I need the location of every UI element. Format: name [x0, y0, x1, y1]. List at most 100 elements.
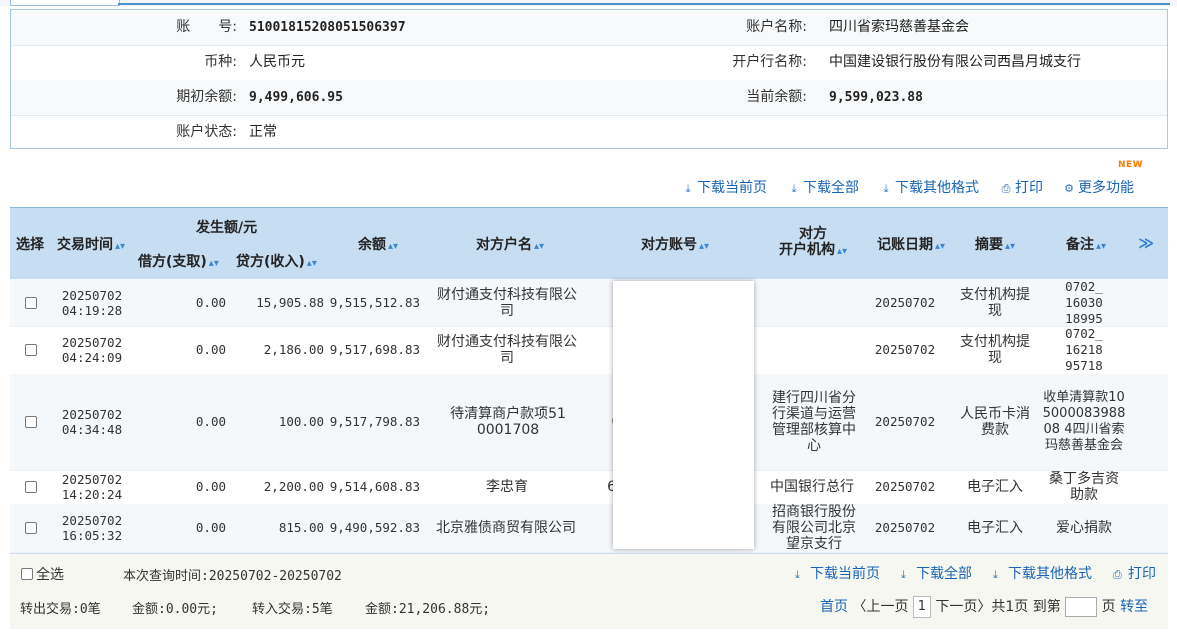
- row-credit: 2,200.00: [263, 479, 324, 494]
- header-counterparty[interactable]: 对方户名 ▴▾: [476, 234, 544, 254]
- row-time: 20250702 04:24:09: [61, 335, 123, 365]
- row-debit: 0.00: [195, 342, 226, 357]
- download-icon: ⤓: [795, 568, 800, 581]
- query-time: 本次查询时间:20250702-20250702: [123, 569, 342, 584]
- row-counter-bank: 招商银行股份有限公司北京望京支行: [772, 504, 856, 552]
- bank-label: 开户行名称:: [732, 54, 807, 70]
- header-remark[interactable]: 备注 ▴▾: [1066, 234, 1106, 254]
- in-transactions: 转入交易:5笔: [252, 602, 333, 617]
- header-balance[interactable]: 余额 ▴▾: [358, 234, 398, 254]
- active-tab[interactable]: [10, 0, 120, 6]
- header-select: 选择: [16, 237, 44, 253]
- print-button[interactable]: ⎙ 打印: [1000, 177, 1043, 197]
- account-name-label: 账户名称:: [746, 19, 807, 35]
- table-row[interactable]: 20250702 04:19:28 0.00 15,905.88 9,515,51…: [10, 279, 1168, 327]
- header-counter-bank[interactable]: 对方 开户机构 ▴▾: [779, 226, 847, 260]
- in-amount: 金额:21,206.88元;: [365, 602, 491, 617]
- more-columns-icon[interactable]: ≫: [1138, 234, 1154, 252]
- row-counter-bank: 中国银行总行: [770, 479, 854, 495]
- row-time: 20250702 14:20:24: [61, 472, 123, 502]
- sort-icon: ▴▾: [534, 241, 545, 252]
- row-checkbox[interactable]: [25, 296, 37, 309]
- footer-print-button[interactable]: ⎙ 打印: [1113, 563, 1156, 583]
- footer-download-other-button[interactable]: ⤓ 下载其他格式: [993, 563, 1092, 583]
- download-page-button[interactable]: ⤓ 下载当前页: [682, 177, 767, 197]
- download-all-button[interactable]: ⤓ 下载全部: [788, 177, 859, 197]
- account-no-label: 账 号:: [176, 19, 237, 35]
- out-amount: 金额:0.00元;: [132, 602, 218, 617]
- row-remark: 0702_1621895718: [1065, 326, 1103, 373]
- table-header: 选择 交易时间 ▴▾ 发生额/元 借方(支取) ▴▾ 贷方(收入) ▴▾ 余额 ▴▾ 对…: [10, 207, 1168, 280]
- row-credit: 2,186.00: [263, 342, 324, 357]
- footer-download-all-button[interactable]: ⤓ 下载全部: [901, 563, 972, 583]
- more-functions-button[interactable]: ⚙ 更多功能: [1063, 177, 1134, 197]
- select-all[interactable]: 全选: [21, 564, 64, 584]
- out-transactions: 转出交易:0笔: [20, 602, 101, 617]
- header-summary[interactable]: 摘要 ▴▾: [975, 234, 1015, 254]
- row-debit: 0.00: [195, 294, 226, 310]
- header-time[interactable]: 交易时间 ▴▾: [57, 234, 125, 254]
- current-balance-label: 当前余额:: [746, 89, 807, 105]
- toolbar: ⤓ 下载当前页 ⤓ 下载全部 ⤓ 下载其他格式 ⎙ 打印 ⚙ 更多功能: [0, 177, 1177, 197]
- row-balance: 9,517,798.83: [329, 414, 420, 429]
- header-credit[interactable]: 贷方(收入) ▴▾: [236, 251, 317, 271]
- row-remark: 收单清算款10500008398808 4四川省索玛慈善基金会: [1042, 390, 1126, 453]
- jump-button[interactable]: 转至: [1120, 599, 1148, 615]
- printer-icon: ⎙: [1001, 182, 1011, 195]
- row-credit: 15,905.88: [256, 294, 324, 310]
- header-amount-group: 发生额/元: [196, 220, 258, 236]
- row-checkbox[interactable]: [25, 481, 37, 493]
- goto-page-input[interactable]: [1065, 597, 1098, 617]
- tab-underline: [118, 0, 1170, 5]
- current-balance-value: 9,599,023.88: [829, 90, 923, 105]
- bank-value: 中国建设银行股份有限公司西昌月城支行: [829, 54, 1081, 70]
- redaction-mask: [613, 281, 754, 549]
- row-remark: 桑丁多吉资助款: [1049, 471, 1119, 503]
- first-page-link[interactable]: 首页: [820, 599, 848, 615]
- account-info-row: 账户状态: 正常: [11, 115, 1167, 150]
- currency-value: 人民币元: [249, 54, 305, 70]
- table-row[interactable]: 20250702 04:34:48 0.00 100.00 9,517,798.8…: [10, 374, 1168, 471]
- currency-label: 币种:: [204, 54, 237, 70]
- page-unit: 页: [1101, 599, 1116, 615]
- pagination: 首页 〈上一页 1 下一页〉共1页 到第 页 转至: [820, 596, 1148, 618]
- status-value: 正常: [249, 124, 277, 140]
- row-remark: 爱心捐款: [1056, 520, 1112, 536]
- prev-page-link[interactable]: 〈上一页: [852, 599, 908, 615]
- download-icon: ⤓: [901, 568, 906, 581]
- opening-balance-value: 9,499,606.95: [249, 90, 343, 105]
- select-all-checkbox[interactable]: [21, 568, 33, 580]
- row-debit: 0.00: [195, 520, 226, 535]
- gear-icon: ⚙: [1064, 182, 1074, 195]
- table-row[interactable]: 20250702 16:05:32 0.00 815.00 9,490,592.8…: [10, 504, 1168, 553]
- account-info-row: 账 号: 51001815208051506397 账户名称: 四川省索玛慈善基…: [11, 10, 1167, 46]
- row-summary: 支付机构提现: [960, 334, 1030, 366]
- row-checkbox[interactable]: [25, 416, 37, 428]
- download-other-format-button[interactable]: ⤓ 下载其他格式: [880, 177, 979, 197]
- row-balance: 9,515,512.83: [329, 294, 420, 310]
- header-post-date[interactable]: 记账日期 ▴▾: [877, 234, 945, 254]
- row-debit: 0.00: [195, 414, 226, 429]
- table-row[interactable]: 20250702 04:24:09 0.00 2,186.00 9,517,698…: [10, 326, 1168, 375]
- total-pages: 共1页: [991, 599, 1029, 615]
- status-label: 账户状态:: [176, 124, 237, 140]
- row-post-date: 20250702: [874, 342, 936, 357]
- footer-download-page-button[interactable]: ⤓ 下载当前页: [795, 563, 880, 583]
- sort-icon: ▴▾: [306, 258, 317, 269]
- row-time: 20250702 16:05:32: [61, 513, 123, 543]
- row-post-date: 20250702: [874, 520, 936, 535]
- row-time: 20250702 04:34:48: [61, 407, 123, 437]
- row-checkbox[interactable]: [25, 522, 37, 534]
- sort-icon: ▴▾: [699, 241, 710, 252]
- header-counter-account[interactable]: 对方账号 ▴▾: [641, 234, 709, 254]
- next-page-link[interactable]: 下一页〉: [935, 599, 991, 615]
- table-row[interactable]: 20250702 14:20:24 0.00 2,200.00 9,514,608…: [10, 470, 1168, 505]
- printer-icon: ⎙: [1113, 568, 1122, 581]
- row-counterparty: 待清算商户款项510001708: [450, 406, 566, 438]
- row-counterparty: 北京雅债商贸有限公司: [436, 520, 576, 536]
- current-page[interactable]: 1: [912, 596, 931, 618]
- download-icon: ⤓: [883, 182, 889, 195]
- row-checkbox[interactable]: [25, 344, 37, 356]
- header-debit[interactable]: 借方(支取) ▴▾: [138, 251, 219, 271]
- row-summary: 电子汇入: [967, 520, 1023, 536]
